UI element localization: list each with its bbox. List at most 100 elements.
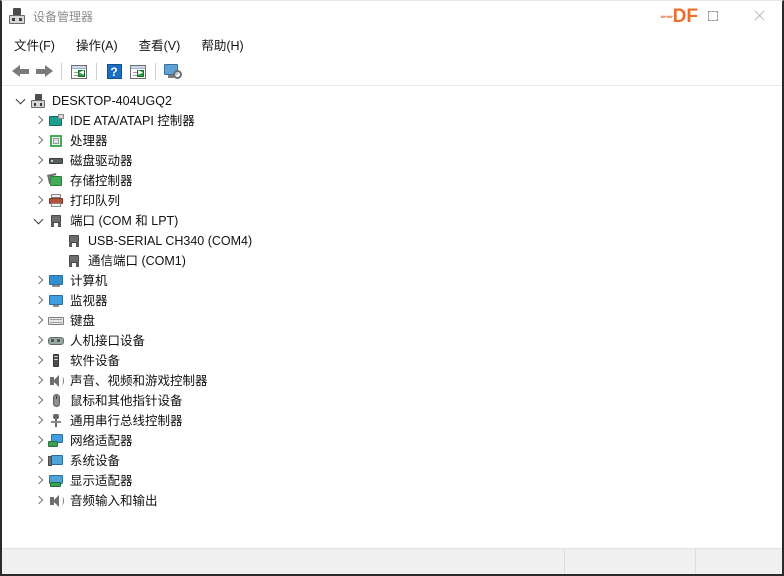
scan-hardware-button[interactable] bbox=[161, 61, 185, 83]
window-controls bbox=[644, 1, 782, 31]
window-title: 设备管理器 bbox=[33, 9, 94, 24]
chevron-spacer bbox=[50, 251, 66, 271]
tree-item-label: 音频输入和输出 bbox=[70, 494, 158, 508]
ide-controller-icon bbox=[48, 113, 64, 129]
chevron-right-icon[interactable] bbox=[32, 191, 48, 211]
tree-item[interactable]: 系统设备 bbox=[2, 451, 782, 471]
tree-item[interactable]: 处理器 bbox=[2, 131, 782, 151]
keyboard-icon bbox=[48, 313, 64, 329]
ports-icon bbox=[48, 213, 64, 229]
minimize-button[interactable] bbox=[644, 1, 690, 31]
chevron-right-icon[interactable] bbox=[32, 291, 48, 311]
chevron-down-icon[interactable] bbox=[14, 91, 30, 111]
close-button[interactable] bbox=[736, 1, 782, 31]
tree-item[interactable]: 通信端口 (COM1) bbox=[2, 251, 782, 271]
menu-view[interactable]: 查看(V) bbox=[138, 33, 182, 56]
chevron-down-icon[interactable] bbox=[32, 211, 48, 231]
maximize-button[interactable] bbox=[690, 1, 736, 31]
tree-item[interactable]: 人机接口设备 bbox=[2, 331, 782, 351]
tree-item-label: 软件设备 bbox=[70, 354, 121, 368]
usb-controller-icon bbox=[48, 413, 64, 429]
chevron-right-icon[interactable] bbox=[32, 491, 48, 511]
software-device-icon bbox=[48, 353, 64, 369]
chevron-right-icon[interactable] bbox=[32, 371, 48, 391]
tree-item-label: 系统设备 bbox=[70, 454, 121, 468]
tree-item[interactable]: 显示适配器 bbox=[2, 471, 782, 491]
menu-help[interactable]: 帮助(H) bbox=[200, 33, 244, 56]
print-queue-icon bbox=[48, 193, 64, 209]
tree-item[interactable]: 通用串行总线控制器 bbox=[2, 411, 782, 431]
port-icon bbox=[66, 253, 82, 269]
tree-item[interactable]: 打印队列 bbox=[2, 191, 782, 211]
tree-item-label: 存储控制器 bbox=[70, 174, 133, 188]
tree-item[interactable]: 鼠标和其他指针设备 bbox=[2, 391, 782, 411]
toolbar-separator bbox=[96, 63, 97, 80]
tree-item[interactable]: IDE ATA/ATAPI 控制器 bbox=[2, 111, 782, 131]
tree-item-label: 声音、视频和游戏控制器 bbox=[70, 374, 208, 388]
chevron-right-icon[interactable] bbox=[32, 171, 48, 191]
status-secondary bbox=[565, 549, 696, 574]
tree-item-label: 打印队列 bbox=[70, 194, 121, 208]
device-tree-panel: DESKTOP-404UGQ2 IDE ATA/ATAPI 控制器处理器磁盘驱动器… bbox=[2, 86, 782, 548]
chevron-right-icon[interactable] bbox=[32, 391, 48, 411]
disk-drive-icon bbox=[48, 153, 64, 169]
tree-item-label: 人机接口设备 bbox=[70, 334, 146, 348]
menu-file[interactable]: 文件(F) bbox=[13, 33, 56, 56]
chevron-right-icon[interactable] bbox=[32, 351, 48, 371]
update-driver-button[interactable]: ▶ bbox=[126, 61, 150, 83]
tree-root-item[interactable]: DESKTOP-404UGQ2 bbox=[2, 91, 782, 111]
chevron-right-icon[interactable] bbox=[32, 331, 48, 351]
sound-video-game-icon bbox=[48, 373, 64, 389]
port-icon bbox=[66, 233, 82, 249]
chevron-right-icon[interactable] bbox=[32, 471, 48, 491]
forward-button[interactable] bbox=[32, 61, 56, 83]
chevron-right-icon[interactable] bbox=[32, 451, 48, 471]
properties-button[interactable]: ◀ bbox=[67, 61, 91, 83]
chevron-right-icon[interactable] bbox=[32, 311, 48, 331]
title-bar[interactable]: 设备管理器 --DF bbox=[2, 1, 782, 31]
tree-item[interactable]: 计算机 bbox=[2, 271, 782, 291]
device-manager-icon bbox=[8, 7, 26, 25]
chevron-right-icon[interactable] bbox=[32, 411, 48, 431]
chevron-right-icon[interactable] bbox=[32, 151, 48, 171]
chevron-right-icon[interactable] bbox=[32, 431, 48, 451]
tree-item-label: 网络适配器 bbox=[70, 434, 133, 448]
toolbar-separator bbox=[61, 63, 62, 80]
menu-action[interactable]: 操作(A) bbox=[75, 33, 119, 56]
back-button[interactable] bbox=[8, 61, 32, 83]
tree-item[interactable]: 端口 (COM 和 LPT) bbox=[2, 211, 782, 231]
chevron-right-icon[interactable] bbox=[32, 131, 48, 151]
computer-root-icon bbox=[30, 93, 46, 109]
tree-item-label: USB-SERIAL CH340 (COM4) bbox=[88, 234, 253, 248]
system-device-icon bbox=[48, 453, 64, 469]
mouse-icon bbox=[48, 393, 64, 409]
chevron-spacer bbox=[50, 231, 66, 251]
toolbar-separator bbox=[155, 63, 156, 80]
device-manager-window: 设备管理器 --DF 文件(F) 操作(A) 查看(V) 帮助(H) ◀ ? ▶… bbox=[0, 0, 784, 576]
properties-icon: ◀ bbox=[71, 64, 87, 79]
tree-item[interactable]: 存储控制器 bbox=[2, 171, 782, 191]
tree-item-label: 处理器 bbox=[70, 134, 108, 148]
tree-item[interactable]: USB-SERIAL CH340 (COM4) bbox=[2, 231, 782, 251]
chevron-right-icon[interactable] bbox=[32, 271, 48, 291]
tree-item-label: 计算机 bbox=[70, 274, 108, 288]
toolbar: ◀ ? ▶ bbox=[2, 58, 782, 86]
monitor-icon bbox=[48, 293, 64, 309]
processor-icon bbox=[48, 133, 64, 149]
tree-item[interactable]: 声音、视频和游戏控制器 bbox=[2, 371, 782, 391]
help-button[interactable]: ? bbox=[102, 61, 126, 83]
tree-item-label: 键盘 bbox=[70, 314, 96, 328]
close-icon bbox=[753, 10, 765, 22]
tree-item-label: 鼠标和其他指针设备 bbox=[70, 394, 183, 408]
scan-hardware-icon bbox=[164, 64, 182, 79]
tree-item[interactable]: 磁盘驱动器 bbox=[2, 151, 782, 171]
tree-item[interactable]: 键盘 bbox=[2, 311, 782, 331]
storage-controller-icon bbox=[47, 173, 64, 189]
display-adapter-icon bbox=[48, 473, 64, 489]
tree-item[interactable]: 软件设备 bbox=[2, 351, 782, 371]
tree-item[interactable]: 网络适配器 bbox=[2, 431, 782, 451]
tree-item[interactable]: 音频输入和输出 bbox=[2, 491, 782, 511]
chevron-right-icon[interactable] bbox=[32, 111, 48, 131]
tree-item[interactable]: 监视器 bbox=[2, 291, 782, 311]
update-driver-icon: ▶ bbox=[130, 64, 146, 79]
